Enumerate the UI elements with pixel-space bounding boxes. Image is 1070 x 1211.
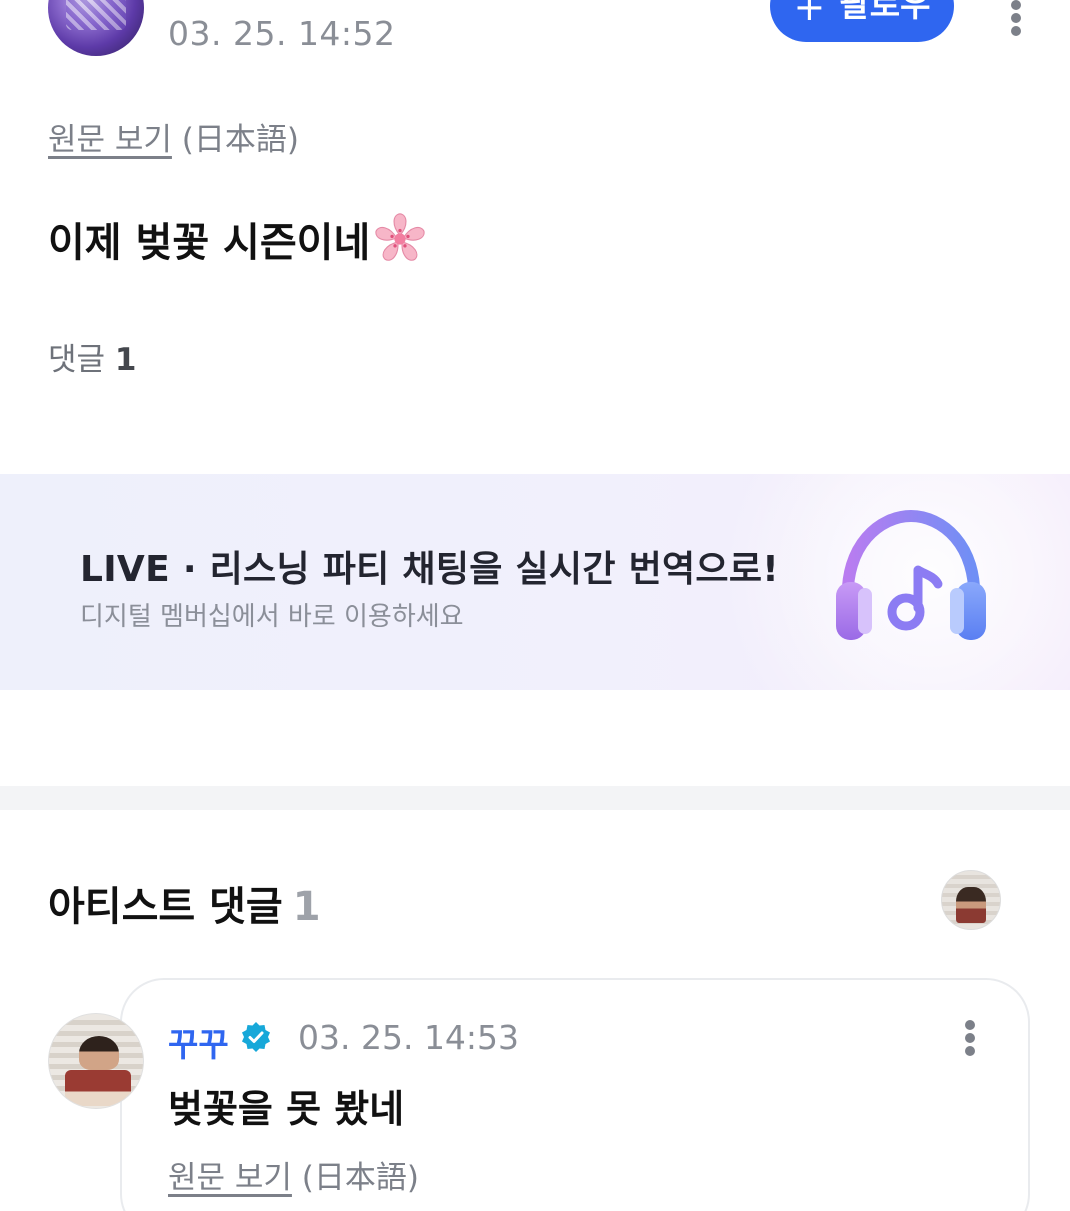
commenter-name[interactable]: 꾸꾸 (168, 1018, 229, 1066)
headphones-music-icon (836, 509, 986, 640)
banner-title: LIVE · 리스닝 파티 채팅을 실시간 번역으로! (80, 549, 779, 590)
comment-original-language-label: (日本語) (301, 1160, 419, 1196)
artist-avatar[interactable] (941, 870, 1001, 930)
comment-text: 벚꽃을 못 봤네 (168, 1087, 405, 1131)
post-content: 이제 벚꽃 시즌이네 (48, 210, 428, 268)
follow-label: 팔로우 (839, 0, 931, 24)
verified-badge-icon (242, 1022, 270, 1052)
plus-icon: + (793, 0, 826, 29)
comment-more-options-icon[interactable] (958, 1020, 982, 1056)
artist-comments-label: 아티스트 댓글 (48, 884, 283, 930)
post-header: 03. 25. 14:52 + 팔로우 (0, 0, 1070, 70)
comments-label: 댓글 (48, 342, 106, 378)
comment-count[interactable]: 댓글 1 (48, 334, 136, 379)
post-timestamp: 03. 25. 14:52 (168, 14, 396, 53)
follow-button[interactable]: + 팔로우 (770, 0, 954, 42)
artist-comments-count: 1 (292, 884, 321, 930)
commenter-avatar[interactable] (48, 1013, 144, 1109)
cherry-blossom-icon (375, 213, 425, 261)
promo-banner[interactable]: LIVE · 리스닝 파티 채팅을 실시간 번역으로! 디지털 멤버십에서 바로… (0, 474, 1070, 690)
original-language-label: (日本語) (181, 122, 299, 158)
section-divider (0, 786, 1070, 810)
author-avatar[interactable] (48, 0, 144, 56)
more-options-icon[interactable] (1004, 0, 1028, 36)
view-original-row: 원문 보기 (日本語) (48, 114, 299, 159)
post-text: 이제 벚꽃 시즌이네 (48, 220, 371, 266)
comments-number: 1 (114, 342, 137, 378)
artist-comments-title: 아티스트 댓글 1 (48, 874, 321, 932)
comment-view-original-link[interactable]: 원문 보기 (168, 1160, 292, 1196)
banner-subtitle: 디지털 멤버십에서 바로 이용하세요 (80, 602, 464, 632)
comment-timestamp: 03. 25. 14:53 (298, 1018, 520, 1057)
view-original-link[interactable]: 원문 보기 (48, 122, 172, 158)
comment-view-original-row: 원문 보기 (日本語) (168, 1152, 419, 1197)
